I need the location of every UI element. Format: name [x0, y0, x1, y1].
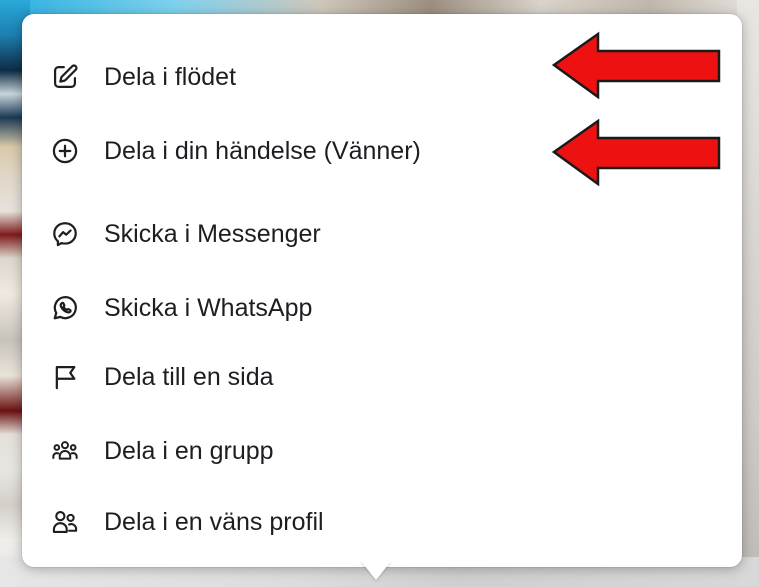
messenger-icon: [50, 219, 80, 249]
send-in-whatsapp-label: Skicka i WhatsApp: [104, 293, 313, 322]
whatsapp-icon: [50, 293, 80, 323]
flag-icon: [50, 362, 80, 392]
send-in-messenger-item[interactable]: Skicka i Messenger: [36, 203, 536, 265]
group-icon: [50, 436, 80, 466]
share-to-friend-profile-label: Dela i en väns profil: [104, 507, 324, 536]
share-to-group-label: Dela i en grupp: [104, 436, 274, 465]
share-to-friend-profile-item[interactable]: Dela i en väns profil: [36, 491, 536, 553]
share-to-page-label: Dela till en sida: [104, 362, 274, 391]
share-to-page-item[interactable]: Dela till en sida: [36, 346, 536, 408]
share-to-story-label: Dela i din händelse (Vänner): [104, 136, 421, 165]
send-in-whatsapp-item[interactable]: Skicka i WhatsApp: [36, 277, 536, 339]
annotation-arrow-1: [552, 31, 721, 99]
edit-icon: [50, 62, 80, 92]
friends-icon: [50, 507, 80, 537]
share-to-group-item[interactable]: Dela i en grupp: [36, 420, 536, 482]
annotation-arrow-2: [552, 118, 721, 186]
send-in-messenger-label: Skicka i Messenger: [104, 219, 321, 248]
add-circle-icon: [50, 136, 80, 166]
menu-caret: [360, 560, 392, 580]
share-to-story-item[interactable]: Dela i din händelse (Vänner): [36, 120, 536, 182]
share-to-feed-item[interactable]: Dela i flödet: [36, 46, 536, 108]
share-to-feed-label: Dela i flödet: [104, 62, 237, 91]
